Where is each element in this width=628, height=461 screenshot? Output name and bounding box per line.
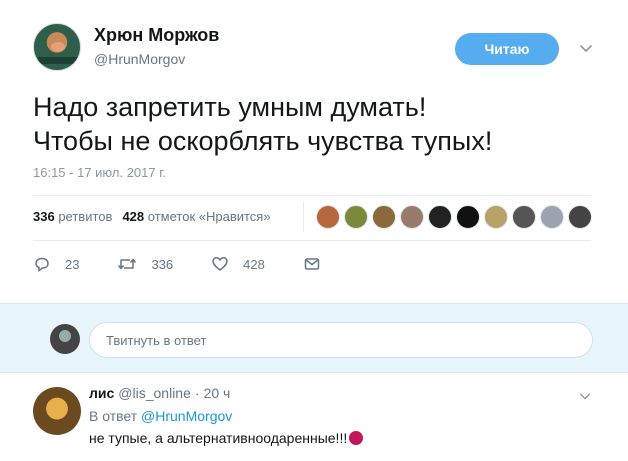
liker-avatar[interactable] <box>568 205 592 229</box>
reply-count: 23 <box>65 256 80 272</box>
reply-composer: Твитнуть в ответ <box>0 303 628 373</box>
reply-time[interactable]: 20 ч <box>204 385 231 401</box>
divider <box>33 195 591 196</box>
reply-author-handle[interactable]: @lis_online <box>118 385 191 401</box>
retweet-icon <box>118 258 137 270</box>
reply-icon <box>35 257 49 272</box>
author-handle[interactable]: @HrunMorgov <box>94 51 185 67</box>
heart-icon <box>212 257 228 271</box>
retweet-action[interactable]: 336 <box>117 255 173 273</box>
chevron-down-icon[interactable] <box>578 40 594 56</box>
reply-input[interactable]: Твитнуть в ответ <box>89 322 593 358</box>
tweet-text-line-2: Чтобы не оскорблять чувства тупых! <box>33 126 493 156</box>
message-action[interactable] <box>303 255 321 273</box>
reply-separator: · <box>194 385 200 401</box>
emoji-icon <box>349 431 364 445</box>
author-name[interactable]: Хрюн Моржов <box>94 25 219 46</box>
liker-avatar[interactable] <box>400 205 424 229</box>
retweet-count: 336 <box>151 256 174 272</box>
tweet-text-line-1: Надо запретить умным думать! <box>33 92 427 122</box>
reply-text: не тупые, а альтернативноодаренные!!! <box>89 430 348 446</box>
tweet-stats: 336 ретвитов 428 отметок «Нравится» <box>33 209 271 224</box>
liker-avatar[interactable] <box>428 205 452 229</box>
liker-avatar[interactable] <box>456 205 480 229</box>
likes-stat[interactable]: 428 отметок «Нравится» <box>122 209 270 224</box>
tweet-actions: 23 336 428 <box>33 255 359 273</box>
author-avatar[interactable] <box>33 23 81 71</box>
chevron-down-icon[interactable] <box>578 389 592 403</box>
tweet-text: Надо запретить умным думать! Чтобы не ос… <box>33 90 613 158</box>
liker-avatar[interactable] <box>344 205 368 229</box>
liker-avatar[interactable] <box>540 205 564 229</box>
reply-text-row: не тупые, а альтернативноодаренные!!! <box>89 430 364 446</box>
like-count: 428 <box>243 256 265 272</box>
liker-avatar[interactable] <box>484 205 508 229</box>
reply-author-name[interactable]: лис <box>89 385 114 401</box>
divider <box>33 240 591 241</box>
reply-tweet[interactable]: лис @lis_online · 20 ч В ответ @HrunMorg… <box>0 373 628 461</box>
reply-header: лис @lis_online · 20 ч <box>89 385 230 401</box>
liker-avatar[interactable] <box>372 205 396 229</box>
reply-to-mention[interactable]: @HrunMorgov <box>141 408 232 424</box>
current-user-avatar <box>50 324 80 354</box>
stats-separator <box>303 202 304 232</box>
envelope-icon <box>304 258 320 270</box>
tweet-timestamp[interactable]: 16:15 - 17 июл. 2017 г. <box>33 165 166 180</box>
liker-avatar[interactable] <box>512 205 536 229</box>
reply-to-label: В ответ <box>89 408 138 424</box>
reply-action[interactable]: 23 <box>33 255 79 273</box>
reply-context: В ответ @HrunMorgov <box>89 408 232 424</box>
follow-button[interactable]: Читаю <box>455 33 559 65</box>
retweets-stat[interactable]: 336 ретвитов <box>33 209 112 224</box>
liker-avatar[interactable] <box>316 205 340 229</box>
like-action[interactable]: 428 <box>211 255 265 273</box>
main-tweet: Хрюн Моржов @HrunMorgov Читаю Надо запре… <box>0 0 628 303</box>
likers-avatars <box>316 205 592 229</box>
reply-author-avatar[interactable] <box>33 387 81 435</box>
